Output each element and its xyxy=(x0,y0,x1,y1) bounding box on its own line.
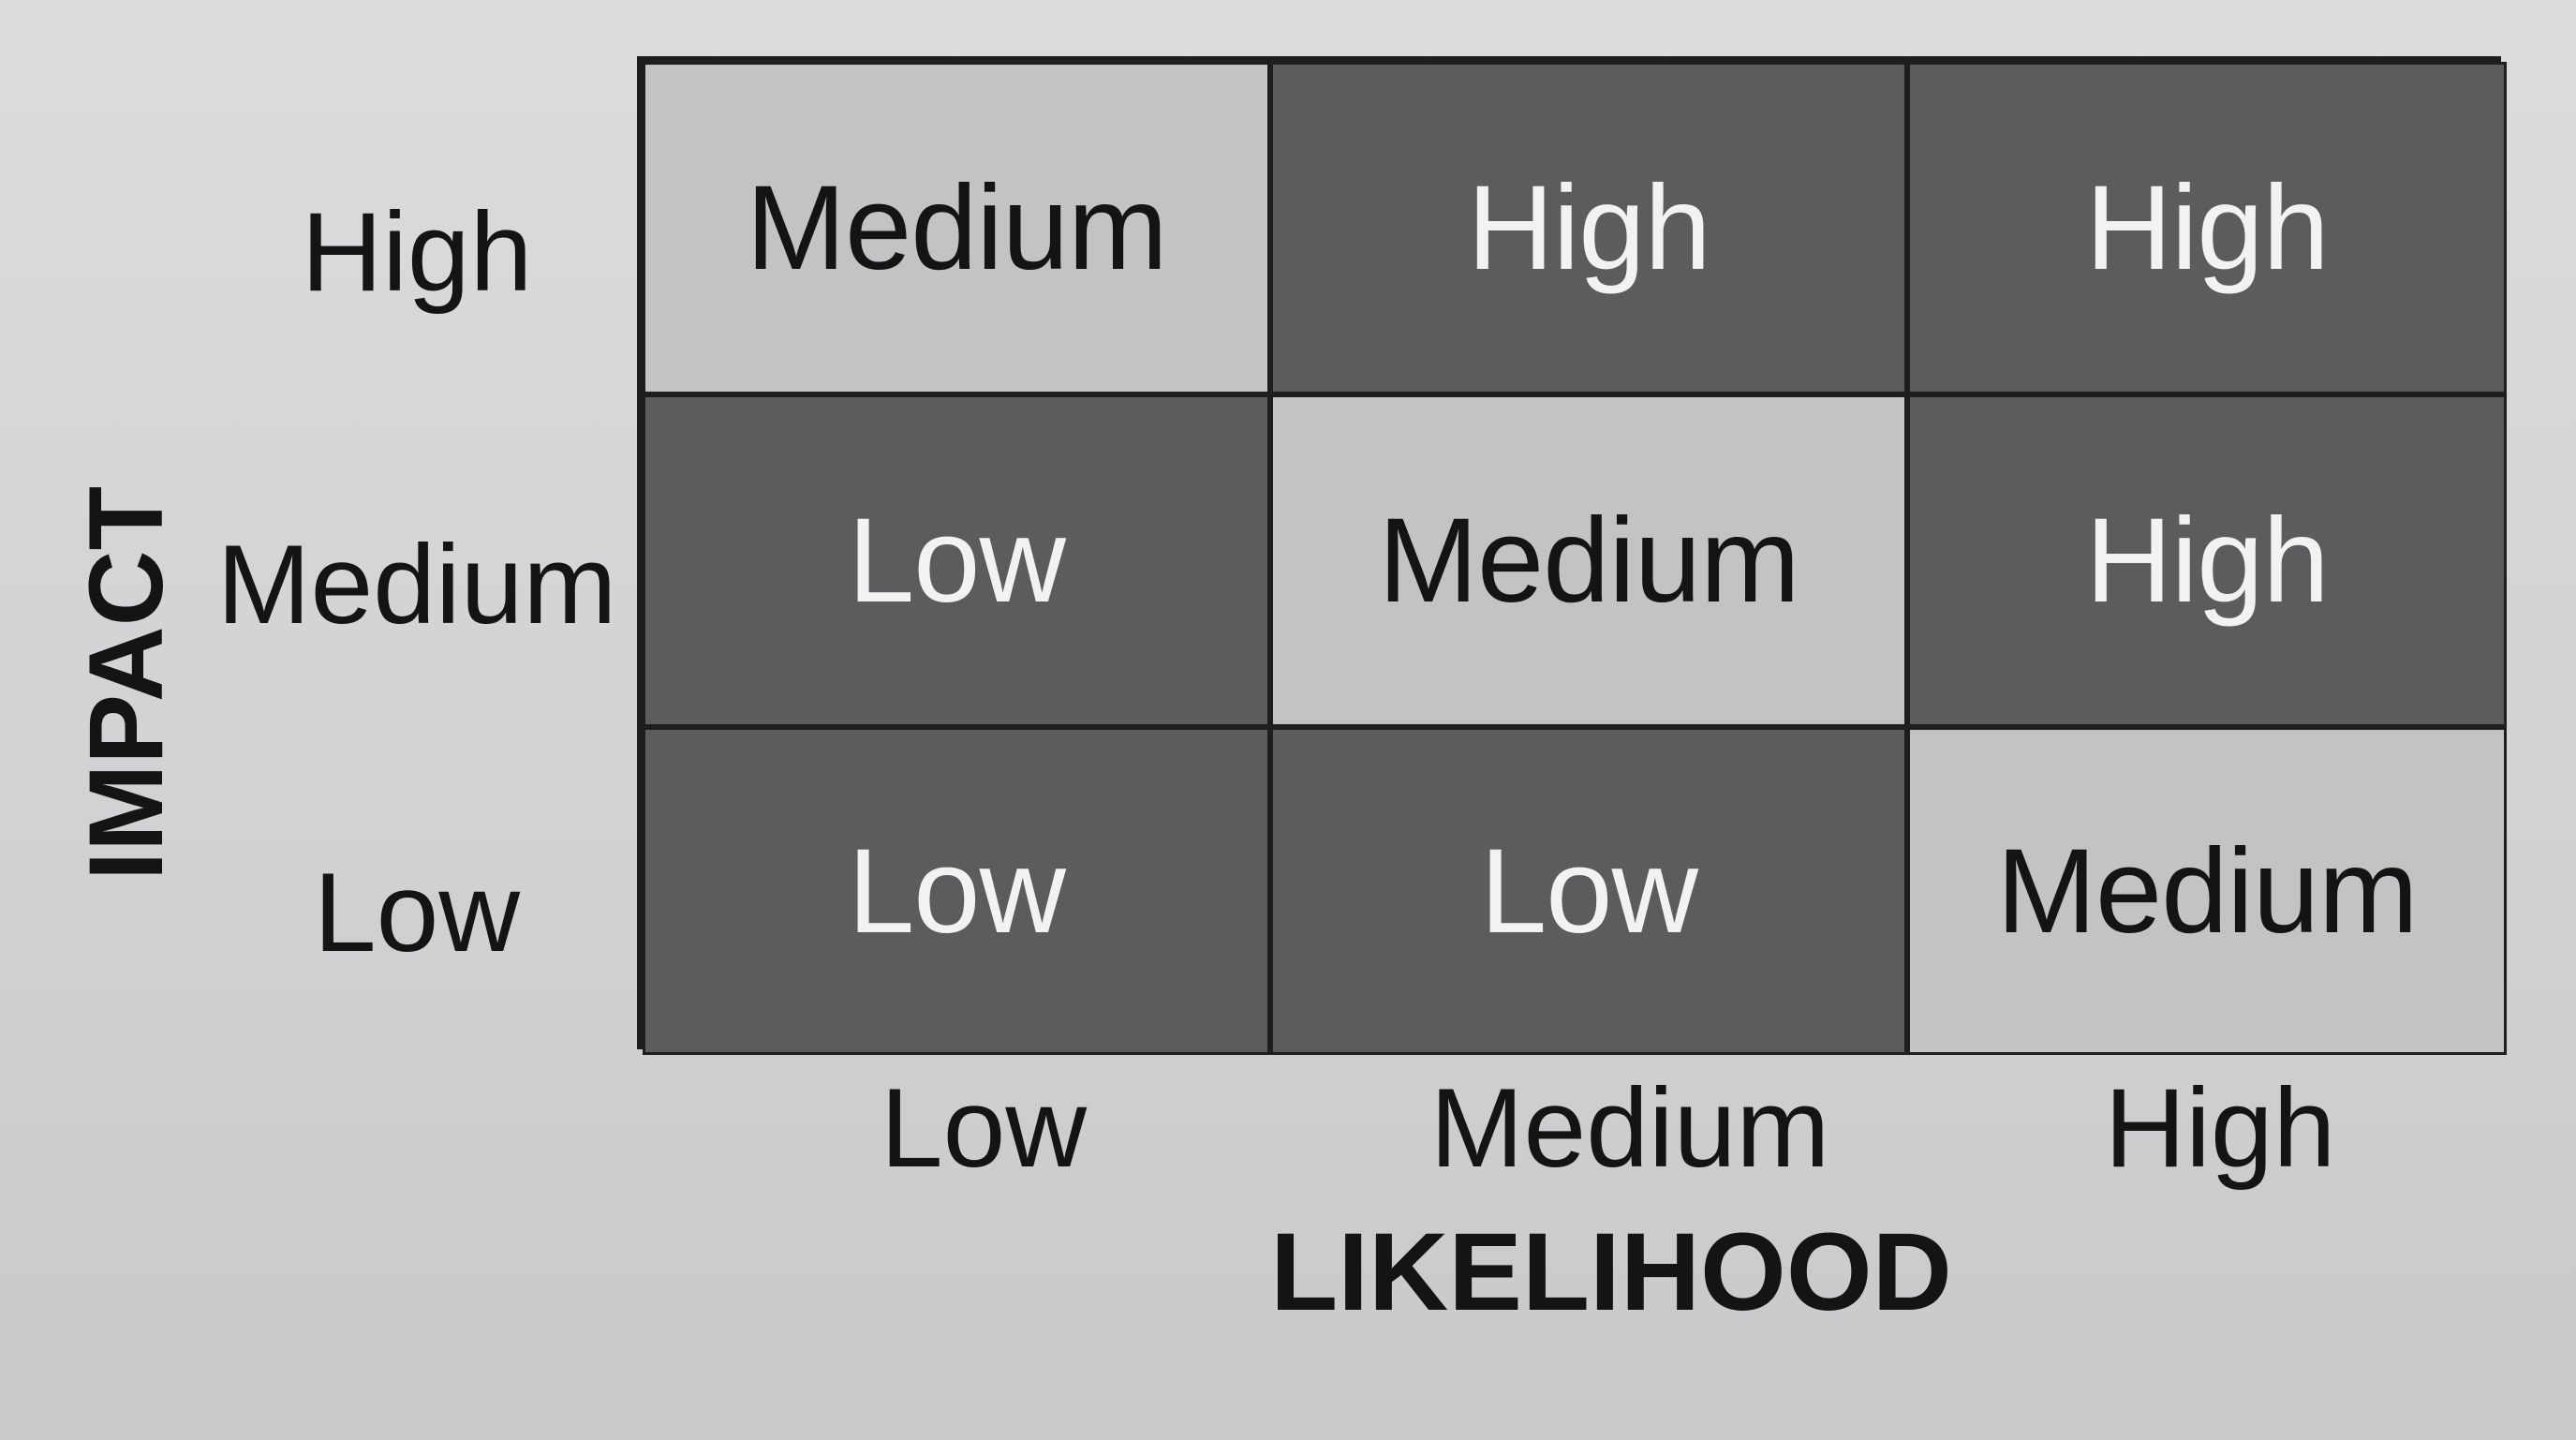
col-label-medium: Medium xyxy=(1429,1065,1830,1191)
cell-medium-impact-medium-likelihood: Medium xyxy=(1270,394,1907,727)
cell-medium-impact-high-likelihood: High xyxy=(1907,394,2507,727)
col-label-low: Low xyxy=(880,1065,1088,1191)
row-label-medium: Medium xyxy=(216,522,617,647)
impact-axis-title: IMPACT xyxy=(67,486,185,881)
cell-medium-impact-low-likelihood: Low xyxy=(643,394,1270,727)
col-label-high: High xyxy=(2104,1065,2336,1191)
risk-matrix: Medium High High Low Medium High Low Low… xyxy=(637,56,2507,1055)
cell-high-impact-high-likelihood: High xyxy=(1907,62,2507,394)
cell-low-impact-medium-likelihood: Low xyxy=(1270,727,1907,1055)
row-label-low: Low xyxy=(313,850,521,975)
cell-low-impact-low-likelihood: Low xyxy=(643,727,1270,1055)
cell-high-impact-medium-likelihood: High xyxy=(1270,62,1907,394)
cell-low-impact-high-likelihood: Medium xyxy=(1907,727,2507,1055)
row-label-high: High xyxy=(301,189,533,315)
page: IMPACT High Medium Low Medium High High … xyxy=(0,0,2576,1440)
likelihood-axis-title: LIKELIHOOD xyxy=(1270,1210,1952,1334)
cell-high-impact-low-likelihood: Medium xyxy=(643,62,1270,394)
